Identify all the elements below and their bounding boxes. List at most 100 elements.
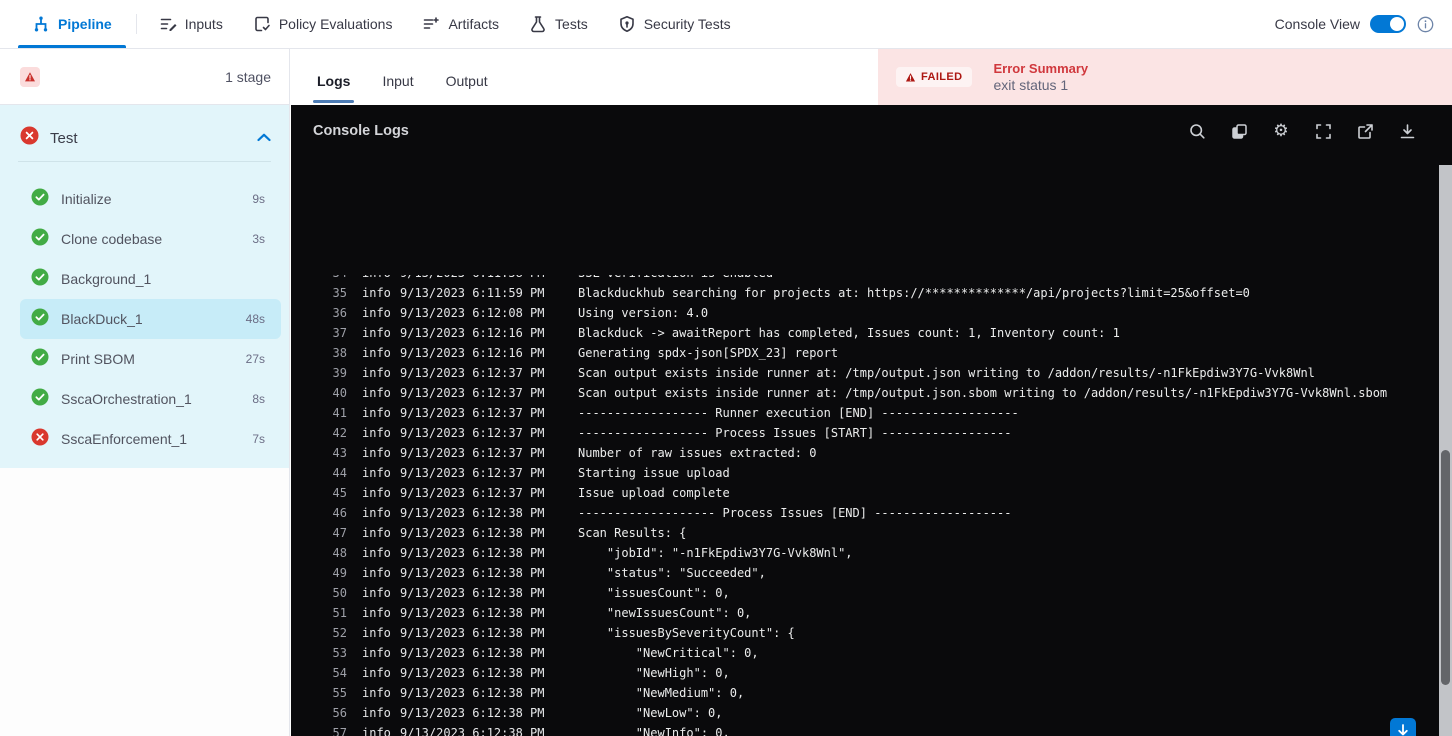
log-message: Using version: 4.0	[578, 306, 709, 320]
step-row[interactable]: Background_1	[20, 259, 281, 299]
console-scrollbar[interactable]	[1439, 165, 1452, 736]
log-message: Generating spdx-json[SPDX_23] report	[578, 346, 839, 360]
log-line-number: 37	[332, 326, 347, 340]
log-level: info	[362, 686, 391, 700]
step-duration: 7s	[252, 432, 265, 446]
log-timestamp: 9/13/2023 6:12:37 PM	[400, 466, 545, 480]
log-timestamp: 9/13/2023 6:12:37 PM	[400, 486, 545, 500]
log-message: Blackduck -> awaitReport has completed, …	[578, 326, 1120, 340]
step-success-icon	[31, 388, 49, 411]
error-summary-panel: FAILED Error Summary exit status 1	[878, 49, 1452, 105]
log-line: 44 info 9/13/2023 6:12:37 PM Starting issue…	[291, 463, 1438, 483]
log-level: info	[362, 646, 391, 660]
tab-output[interactable]: Output	[442, 73, 492, 105]
log-level: info	[362, 466, 391, 480]
step-row[interactable]: SscaOrchestration_1 8s	[20, 379, 281, 419]
nav-divider	[135, 14, 137, 34]
log-level: info	[362, 286, 391, 300]
step-row[interactable]: BlackDuck_1 48s	[20, 299, 281, 339]
log-line-number: 42	[332, 426, 347, 440]
log-level: info	[362, 406, 391, 420]
console-scrollbar-thumb[interactable]	[1441, 450, 1450, 685]
log-line-number: 46	[332, 506, 347, 520]
download-icon[interactable]	[1398, 122, 1416, 140]
tab-security-tests[interactable]: Security Tests	[610, 0, 739, 48]
log-level: info	[362, 586, 391, 600]
log-line-number: 44	[332, 466, 347, 480]
log-line: 48 info 9/13/2023 6:12:38 PM "jobId": "-n1…	[291, 543, 1438, 563]
open-in-new-icon[interactable]	[1356, 122, 1374, 140]
log-line: 50 info 9/13/2023 6:12:38 PM "issuesCount"…	[291, 583, 1438, 603]
top-nav: Pipeline Inputs Policy Evaluations Artif…	[0, 0, 1452, 49]
log-line: 47 info 9/13/2023 6:12:38 PM Scan Results: …	[291, 523, 1438, 543]
log-level: info	[362, 626, 391, 640]
log-timestamp: 9/13/2023 6:12:16 PM	[400, 346, 545, 360]
step-row[interactable]: Print SBOM 27s	[20, 339, 281, 379]
log-message: "NewHigh": 0,	[578, 666, 730, 680]
log-level: info	[362, 346, 391, 360]
stage-summary-bar: 1 stage	[0, 49, 290, 105]
log-line-number: 52	[332, 626, 347, 640]
tab-inputs[interactable]: Inputs	[151, 0, 231, 48]
log-line: 37 info 9/13/2023 6:12:16 PM Blackduck -> a…	[291, 323, 1438, 343]
console-view-toggle[interactable]	[1370, 15, 1406, 33]
step-row[interactable]: SscaEnforcement_1 7s	[20, 419, 281, 459]
console-actions: ⚙	[1188, 122, 1430, 140]
tab-pipeline[interactable]: Pipeline	[18, 0, 126, 48]
toggle-knob	[1390, 17, 1404, 31]
log-timestamp: 9/13/2023 6:12:38 PM	[400, 686, 545, 700]
log-message: "status": "Succeeded",	[578, 566, 766, 580]
copy-icon[interactable]	[1230, 122, 1248, 140]
log-timestamp: 9/13/2023 6:12:37 PM	[400, 386, 545, 400]
step-duration: 48s	[245, 312, 265, 326]
log-message: "NewLow": 0,	[578, 706, 723, 720]
search-icon[interactable]	[1188, 122, 1206, 140]
log-line-number: 39	[332, 366, 347, 380]
step-duration: 9s	[252, 192, 265, 206]
tab-input[interactable]: Input	[378, 73, 417, 105]
log-line-number: 50	[332, 586, 347, 600]
tab-policy-evaluations[interactable]: Policy Evaluations	[245, 0, 401, 48]
log-level: info	[362, 506, 391, 520]
log-message: "NewCritical": 0,	[578, 646, 759, 660]
log-line: 46 info 9/13/2023 6:12:38 PM --------------…	[291, 503, 1438, 523]
log-level: info	[362, 366, 391, 380]
fullscreen-icon[interactable]	[1314, 122, 1332, 140]
step-name: SscaOrchestration_1	[61, 391, 192, 407]
chevron-up-icon[interactable]	[257, 129, 271, 147]
step-duration: 8s	[252, 392, 265, 406]
log-line-number: 47	[332, 526, 347, 540]
failed-warning-icon	[905, 72, 916, 82]
step-row[interactable]: Initialize 9s	[20, 179, 281, 219]
tab-artifacts-label: Artifacts	[448, 16, 500, 32]
settings-gear-icon[interactable]: ⚙	[1272, 122, 1290, 140]
log-message: Number of raw issues extracted: 0	[578, 446, 817, 460]
info-icon[interactable]	[1416, 15, 1434, 33]
tab-logs-label: Logs	[317, 73, 351, 89]
step-name: Clone codebase	[61, 231, 163, 247]
log-timestamp: 9/13/2023 6:12:38 PM	[400, 666, 545, 680]
nav-right: Console View	[1275, 15, 1452, 33]
artifacts-icon	[422, 15, 440, 33]
stage-header[interactable]: Test	[0, 117, 289, 159]
log-message: ------------------ Process Issues [START…	[578, 426, 1012, 440]
error-summary-message: exit status 1	[993, 77, 1069, 93]
log-level: info	[362, 706, 391, 720]
console-panel: Console Logs ⚙ 35 info 9/13/2023 6:11:59…	[291, 105, 1452, 736]
log-message: Scan output exists inside runner at: /tm…	[578, 366, 1315, 380]
step-detail-tabs: Logs Input Output	[291, 49, 878, 105]
tab-tests[interactable]: Tests	[521, 0, 596, 48]
tab-artifacts[interactable]: Artifacts	[414, 0, 507, 48]
log-timestamp: 9/13/2023 6:11:58 PM	[400, 275, 545, 283]
step-row[interactable]: Clone codebase 3s	[20, 219, 281, 259]
log-message: ------------------ Runner execution [END…	[578, 406, 1019, 420]
scroll-to-bottom-button[interactable]	[1390, 718, 1416, 736]
log-level: info	[362, 666, 391, 680]
step-success-icon	[31, 188, 49, 211]
log-message: Starting issue upload	[578, 466, 730, 480]
log-level: info	[362, 306, 391, 320]
log-timestamp: 9/13/2023 6:12:38 PM	[400, 506, 545, 520]
log-line-number: 41	[332, 406, 347, 420]
tab-logs[interactable]: Logs	[313, 73, 355, 105]
policy-evaluations-icon	[253, 15, 271, 33]
